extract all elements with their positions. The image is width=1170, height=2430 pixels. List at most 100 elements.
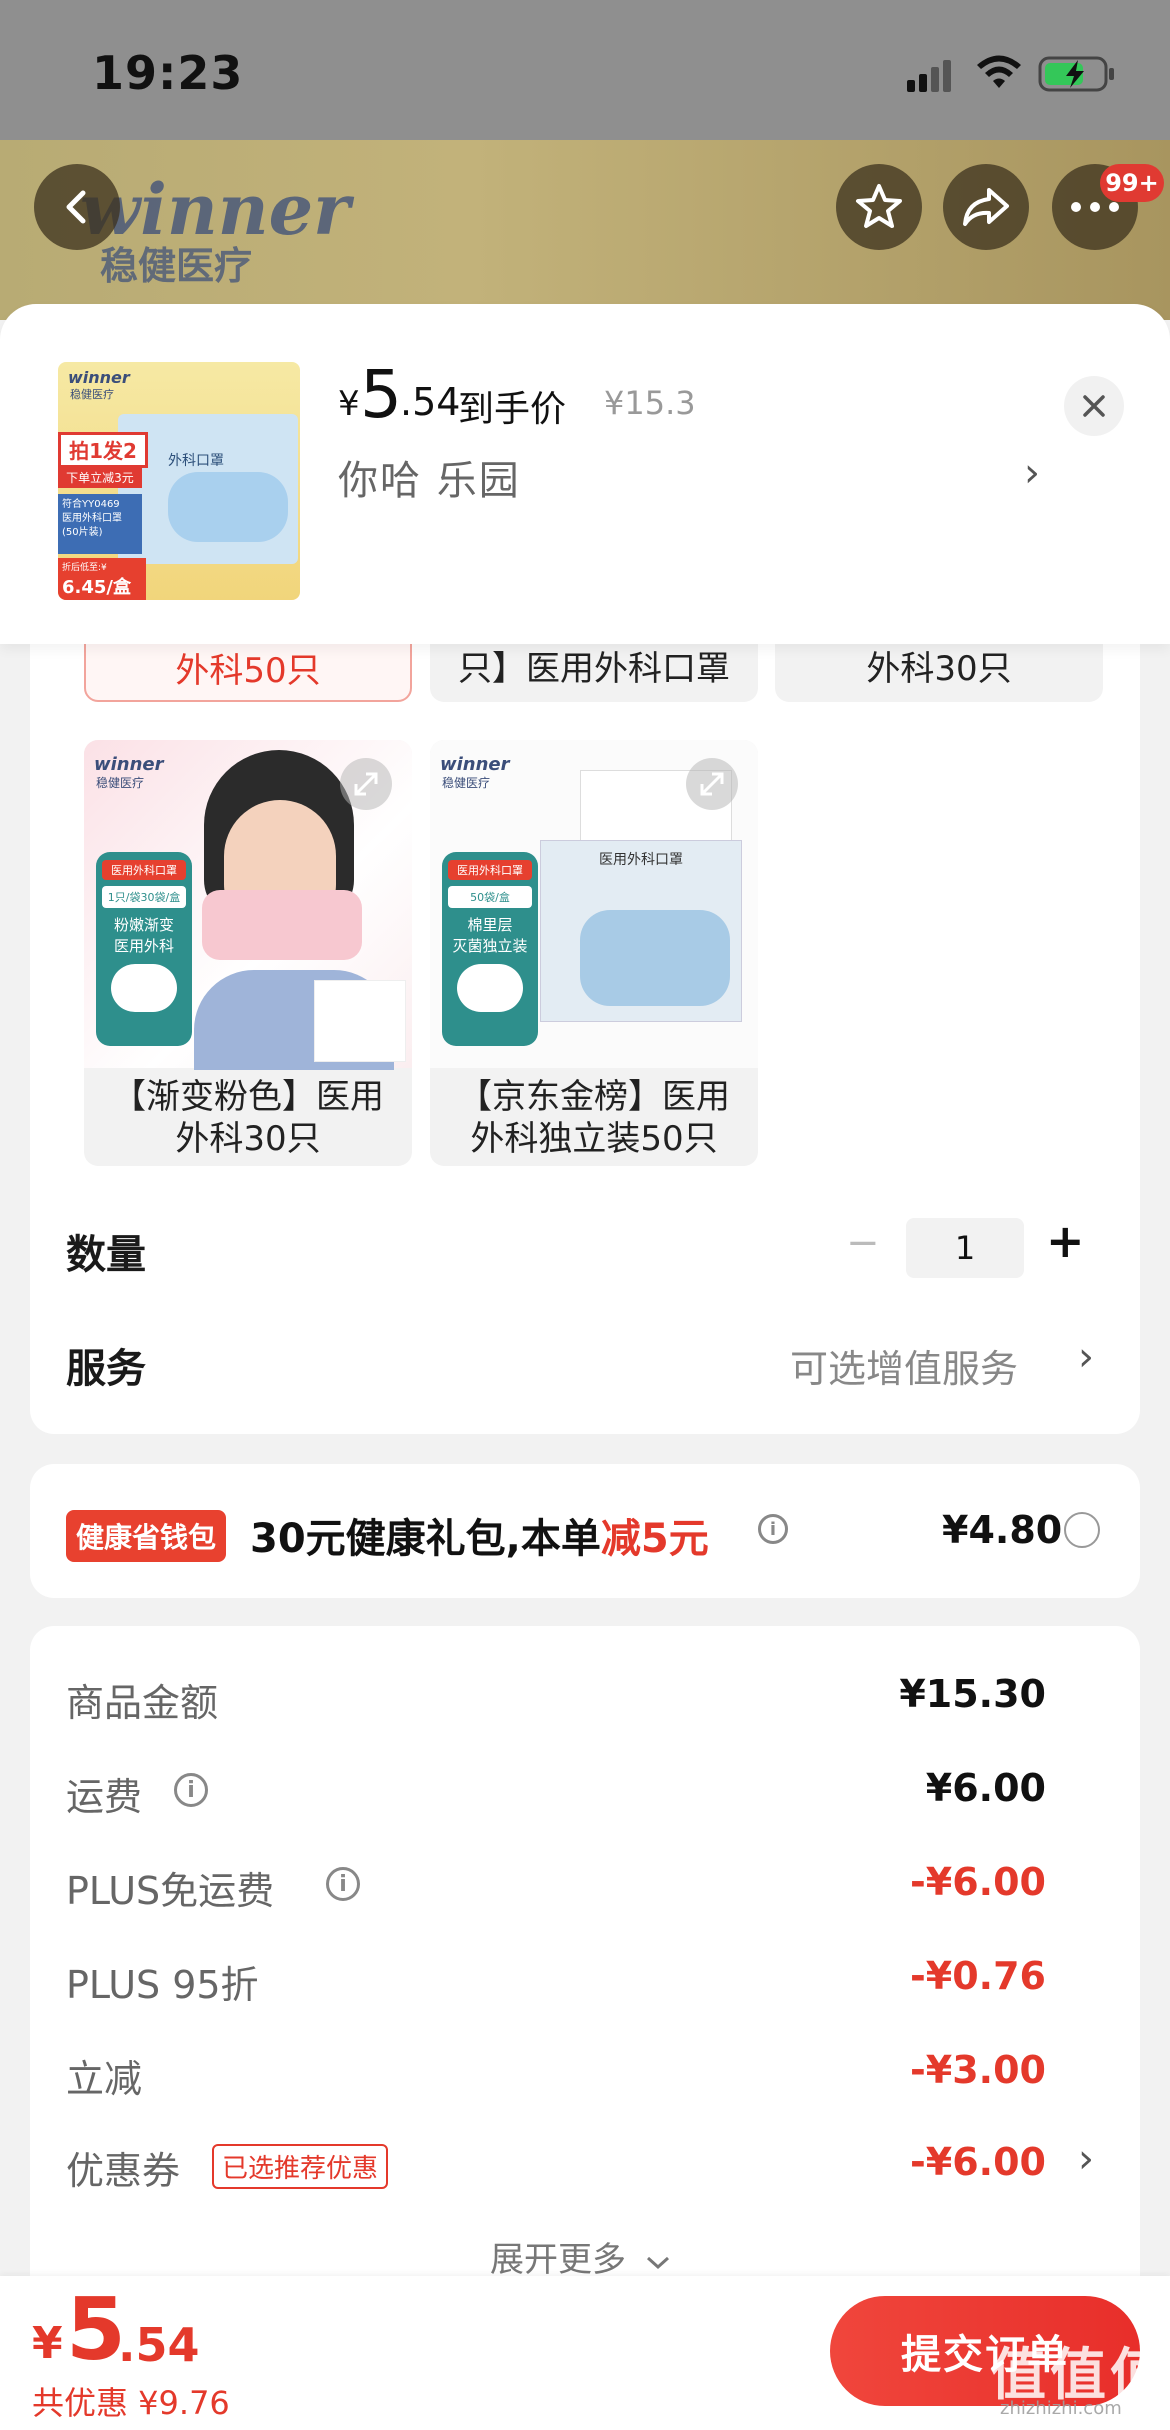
back-icon [66,190,86,224]
image-desc2: 医用外科 [113,937,174,955]
thumb-price-box: 折后低至:¥ 6.45/盒 [58,558,146,600]
summary-label-instant-discount: 立减 [66,2057,143,2101]
close-button[interactable] [1064,376,1124,436]
image-brand: winner [440,754,510,775]
summary-label-plus-discount: PLUS 95折 [66,1963,259,2007]
image-brand-cn: 稳健医疗 [442,776,491,790]
wallet-text-main: 30元健康礼包,本单 [250,1516,601,1562]
image-sub: 1只/袋30袋/盒 [102,886,186,908]
option-image: winner 稳健医疗 医用外科口罩 医用外科口罩 50袋/盒 棉里层 灭菌独立… [430,740,758,1068]
image-tag: 医用外科口罩 [448,860,532,880]
info-icon[interactable]: i [174,1773,208,1807]
coupon-tag: 已选推荐优惠 [212,2144,389,2189]
pink-mask [202,890,362,960]
watermark-url: zhizhizhi.com [1000,2398,1122,2419]
share-button[interactable] [943,164,1029,250]
thumb-spec-box: 符合YY0469 医用外科口罩 (50片装) [58,494,142,554]
thumb-line1: 符合YY0469 [62,499,120,510]
summary-value-coupon[interactable]: -¥6.00 [820,2140,1046,2184]
expand-icon [354,772,378,796]
service-label: 服务 [66,1346,146,1392]
image-brand-cn: 稳健医疗 [96,776,145,790]
sku-sheet-header: winner 稳健医疗 外科口罩 拍1发2 下单立减3元 符合YY0469 医用… [0,304,1170,644]
option-title: 外科50只 [175,651,321,691]
quantity-label: 数量 [66,1232,146,1278]
chevron-right-icon[interactable]: › [1024,450,1040,496]
option-title-line2: 外科30只 [175,1119,321,1159]
option-image: winner 稳健医疗 医用外科口罩 1只/袋30袋/盒 粉嫩渐变 医用外科 [84,740,412,1070]
summary-value-plus-free-shipping: -¥6.00 [910,1860,1046,1904]
wallet-text: 30元健康礼包,本单减5元 [250,1506,709,1564]
option-title-line1: 【京东金榜】医用 [458,1077,730,1117]
service-chevron-right-icon[interactable]: › [1078,1334,1094,1380]
quantity-increase-button[interactable]: + [1046,1214,1085,1268]
cloud-mascot [111,964,177,1012]
chevron-down-icon [646,2256,669,2270]
thumb-mask-label: 外科口罩 [168,453,224,469]
image-tag: 医用外科口罩 [102,860,186,880]
health-wallet-tag: 健康省钱包 [66,1510,227,1562]
summary-label-coupon: 优惠券 [66,2149,181,2193]
quantity-input[interactable]: 1 [906,1218,1024,1278]
signal-icon [905,58,955,96]
box-label: 医用外科口罩 [599,852,683,868]
summary-label-plus-free-shipping: PLUS免运费 [66,1869,275,1913]
option-card[interactable]: winner 稳健医疗 医用外科口罩 医用外科口罩 50袋/盒 棉里层 灭菌独立… [430,740,758,1166]
share-icon [963,188,1009,226]
image-sub: 50袋/盒 [448,886,532,908]
option-title: 外科30只 [866,649,1012,689]
wifi-icon [975,54,1023,96]
expand-image-button[interactable] [340,758,392,810]
wallet-text-highlight: 减5元 [600,1516,709,1562]
summary-value-instant-discount: -¥3.00 [910,2048,1046,2092]
option-title: 只】医用外科口罩 [458,649,730,689]
expand-image-button[interactable] [686,758,738,810]
thumb-price: 6.45/盒 [62,577,131,598]
summary-label-shipping: 运费 [66,1775,143,1819]
coupon-chevron-right-icon[interactable]: › [1078,2136,1094,2182]
thumb-promo-sub: 下单立减3元 [58,468,142,488]
message-count-badge: 99+ [1100,164,1164,202]
info-icon[interactable]: i [326,1867,360,1901]
more-icon [1071,202,1119,212]
total-price-decimal: .54 [118,2318,200,2372]
summary-value-goods: ¥15.30 [899,1672,1046,1716]
close-icon [1083,395,1105,417]
total-currency: ¥ [32,2318,63,2369]
selected-spec[interactable]: 你哈 乐园 [338,448,521,506]
service-value[interactable]: 可选增值服务 [790,1338,1018,1393]
back-button[interactable] [34,164,120,250]
selected-product-thumbnail: winner 稳健医疗 外科口罩 拍1发2 下单立减3元 符合YY0469 医用… [58,362,300,600]
thumb-brand-cn: 稳健医疗 [70,388,114,401]
battery-icon [1038,54,1118,98]
thumb-line2: 医用外科口罩 [62,513,122,524]
option-title-line2: 外科独立装50只 [470,1119,718,1159]
thumb-brand: winner [68,368,130,387]
blue-mask [580,910,730,1006]
expand-icon [700,772,724,796]
cloud-mascot [457,964,523,1012]
banner-brand-name: 稳健医疗 [100,244,253,288]
image-desc2: 灭菌独立装 [452,937,528,955]
mask-illustration [168,472,288,542]
image-desc1: 棉里层 [467,916,513,934]
summary-value-plus-discount: -¥0.76 [910,1954,1046,1998]
price-currency: ¥ [338,384,360,424]
expand-more-button[interactable]: 展开更多 [490,2232,671,2281]
expand-more-label: 展开更多 [490,2240,626,2280]
original-price: ¥15.3 [604,384,696,422]
info-icon[interactable]: i [758,1514,788,1544]
option-title-line1: 【渐变粉色】医用 [112,1077,384,1117]
favorite-button[interactable] [836,164,922,250]
price-integer: 5 [360,356,402,433]
option-card[interactable]: winner 稳健医疗 医用外科口罩 1只/袋30袋/盒 粉嫩渐变 医用外科 【… [84,740,412,1166]
thumb-line3: (50片装) [62,527,103,538]
thumb-price-small: 折后低至:¥ [62,563,107,573]
wallet-price: ¥4.80 [942,1508,1063,1552]
image-desc1: 粉嫩渐变 [113,916,174,934]
wallet-radio-icon[interactable] [1064,1512,1100,1548]
quantity-decrease-button[interactable]: − [846,1220,880,1266]
summary-value-shipping: ¥6.00 [925,1766,1046,1810]
star-icon [856,184,902,228]
summary-label-goods: 商品金额 [66,1681,219,1725]
